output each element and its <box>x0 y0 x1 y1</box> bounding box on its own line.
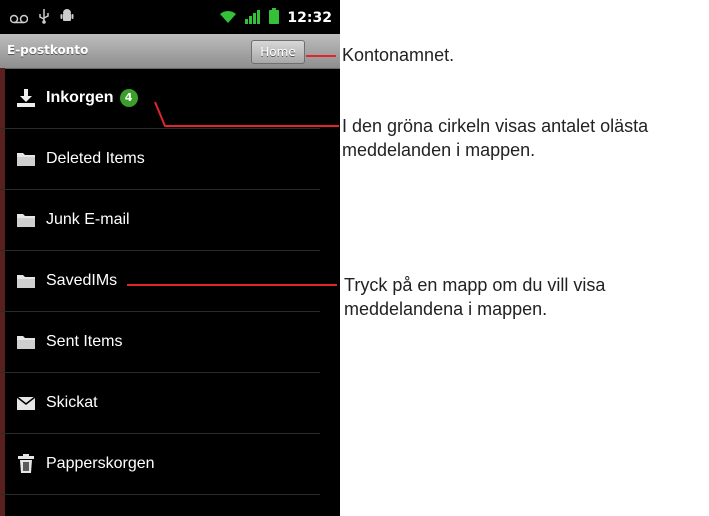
annotation-unread-count: I den gröna cirkeln visas antalet olästa… <box>342 114 648 162</box>
wifi-icon <box>219 9 237 28</box>
status-time: 12:32 <box>287 10 332 26</box>
home-button[interactable]: Home <box>251 40 305 64</box>
folder-item-skickat[interactable]: Skickat <box>0 373 320 434</box>
folder-icon <box>16 271 36 291</box>
folder-item-trash[interactable]: Papperskorgen <box>0 434 320 495</box>
folder-label: Skickat <box>46 394 98 411</box>
unread-count-badge: 4 <box>119 89 138 107</box>
annotation-open-folder-line1: Tryck på en mapp om du vill visa <box>344 275 606 295</box>
sent-mail-icon <box>16 393 36 413</box>
folder-label: Sent Items <box>46 333 123 350</box>
folder-item-savedims[interactable]: SavedIMs <box>0 251 320 312</box>
annotation-open-folder: Tryck på en mapp om du vill visa meddela… <box>344 273 605 321</box>
folder-item-junk-email[interactable]: Junk E-mail <box>0 190 320 251</box>
folder-label: Deleted Items <box>46 150 145 167</box>
phone-screen: 12:32 E-postkonto Home Inkorgen 4 Delete… <box>0 0 340 516</box>
annotation-account-name: Kontonamnet. <box>342 45 455 65</box>
account-title-bar: E-postkonto Home <box>0 34 340 69</box>
signal-icon <box>245 9 261 28</box>
trash-icon <box>16 454 36 474</box>
folder-label: SavedIMs <box>46 272 118 289</box>
status-bar: 12:32 <box>0 0 340 34</box>
annotation-open-folder-line2: meddelandena i mappen. <box>344 299 548 319</box>
folder-label: Papperskorgen <box>46 455 155 472</box>
voicemail-icon <box>9 9 29 28</box>
folder-item-sent-items[interactable]: Sent Items <box>0 312 320 373</box>
annotation-unread-count-line1: I den gröna cirkeln visas antalet olästa <box>342 116 649 136</box>
annotation-unread-count-line2: meddelanden i mappen. <box>342 140 536 160</box>
callout-line-unread <box>154 101 339 127</box>
folder-icon <box>16 332 36 352</box>
folder-label: Junk E-mail <box>46 211 130 228</box>
android-debug-icon <box>60 8 74 28</box>
folder-icon <box>16 149 36 169</box>
folder-icon <box>16 210 36 230</box>
callout-line-folder <box>127 284 337 286</box>
account-name: E-postkonto <box>7 43 89 57</box>
battery-icon <box>269 8 280 28</box>
usb-icon <box>38 8 50 28</box>
folder-label: Inkorgen <box>46 89 114 106</box>
callout-line-account <box>306 55 336 57</box>
inbox-download-icon <box>16 88 36 108</box>
